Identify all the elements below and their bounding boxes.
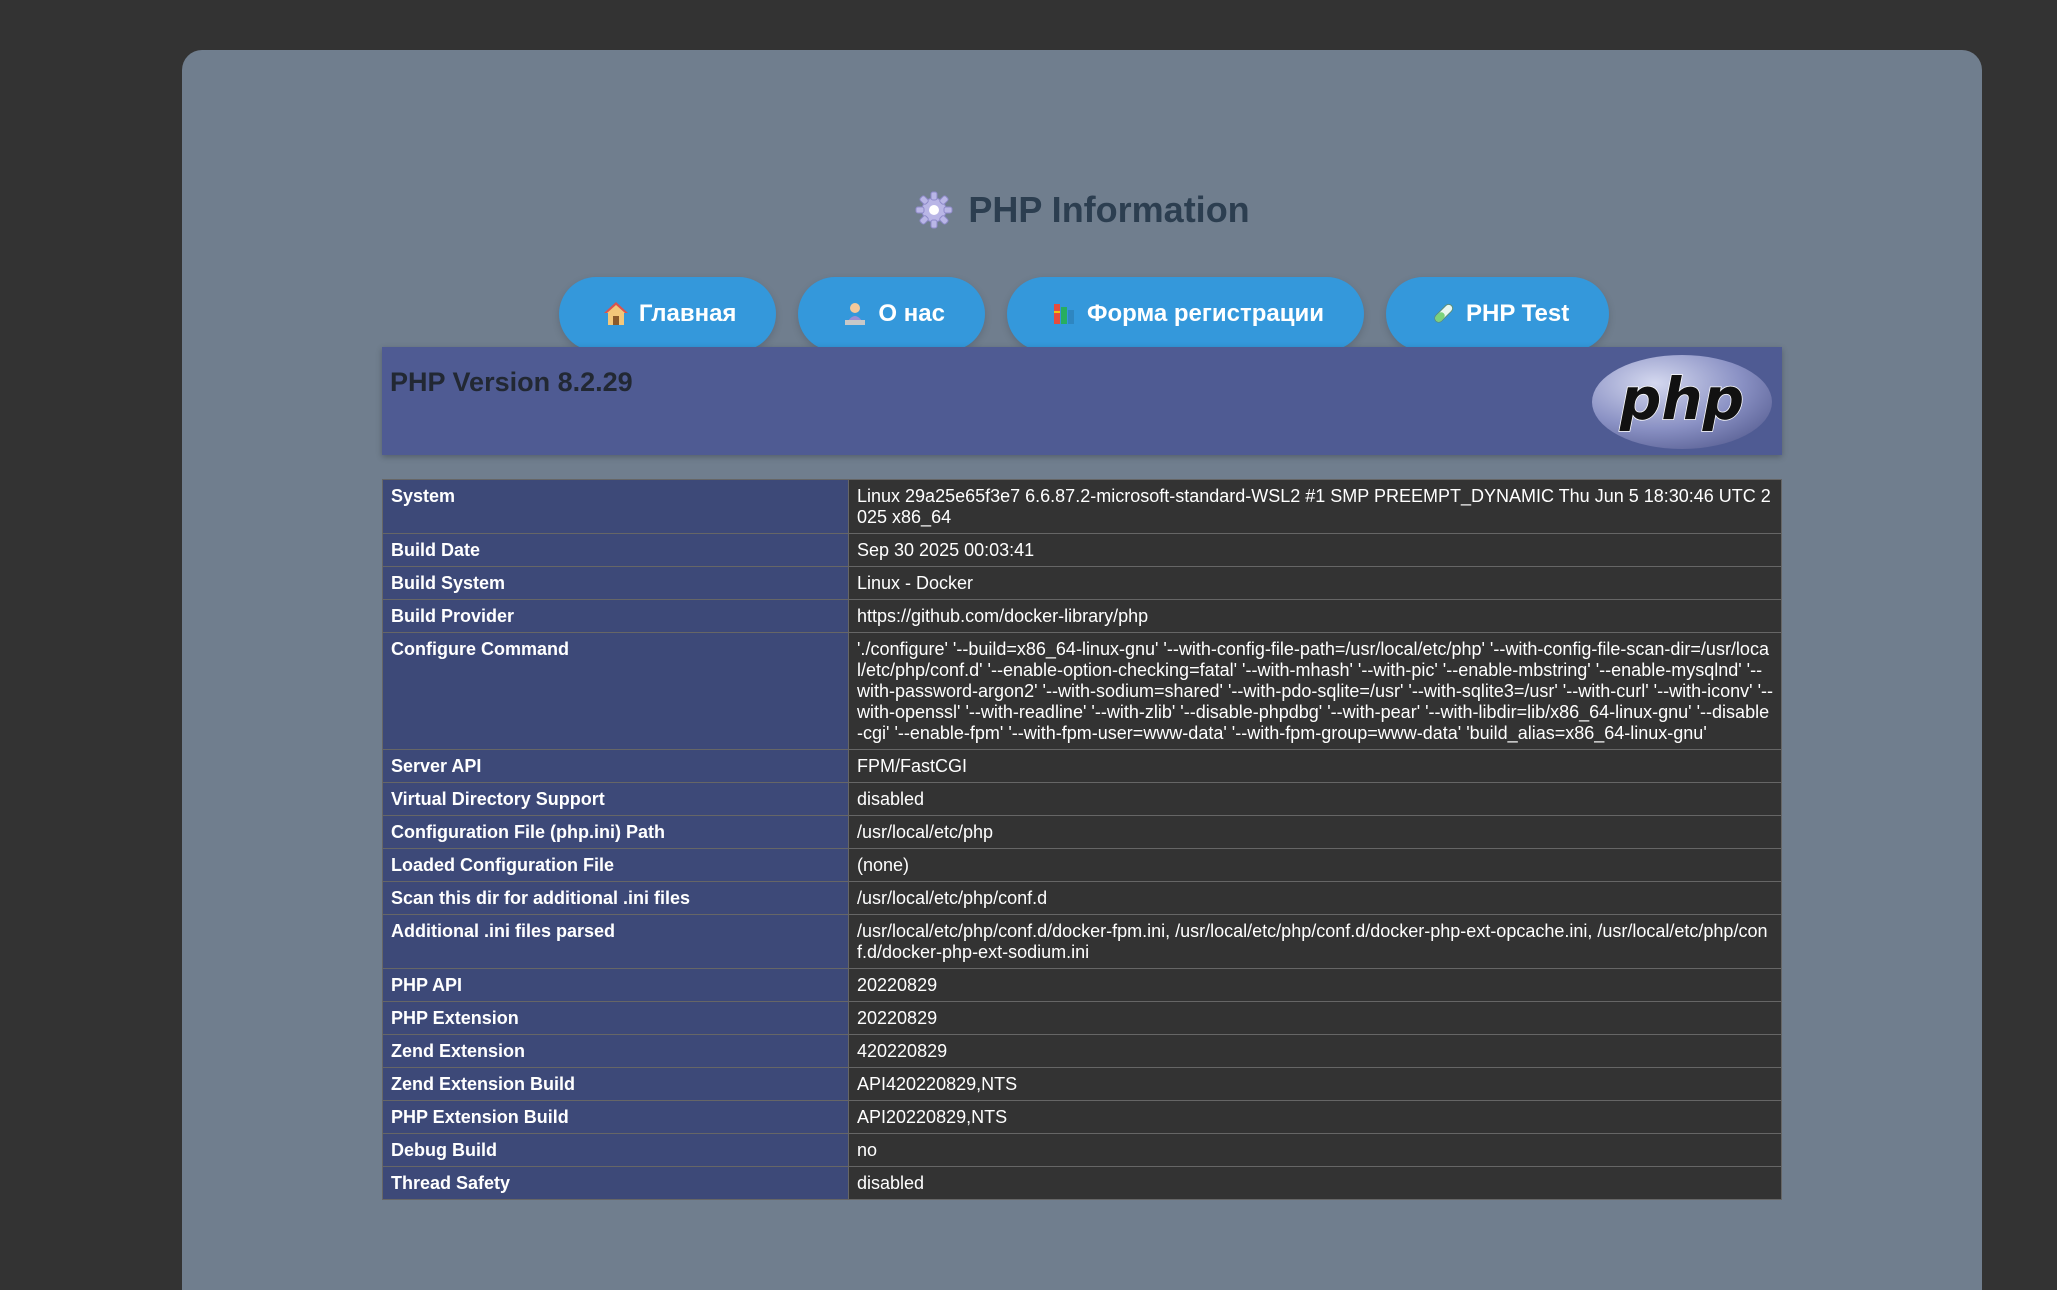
table-row: Loaded Configuration File (none) <box>382 848 1782 882</box>
row-key: System <box>382 479 849 534</box>
phpinfo-table: System Linux 29a25e65f3e7 6.6.87.2-micros… <box>382 479 1782 1200</box>
row-value: Sep 30 2025 00:03:41 <box>848 533 1782 567</box>
house-icon <box>603 302 628 325</box>
nav-phptest-button[interactable]: PHP Test <box>1386 277 1610 351</box>
nav-home-label: Главная <box>638 300 737 327</box>
row-value: 420220829 <box>848 1034 1782 1068</box>
row-key: Configure Command <box>382 632 849 750</box>
test-tube-icon <box>1434 303 1454 323</box>
row-key: Scan this dir for additional .ini files <box>382 881 849 915</box>
nav-phptest-label: PHP Test <box>1466 300 1570 327</box>
row-key: PHP API <box>382 968 849 1002</box>
php-logo: php <box>1592 355 1772 449</box>
table-row: Build Provider https://github.com/docker-… <box>382 599 1782 633</box>
row-value: 20220829 <box>848 968 1782 1002</box>
nav-about-button[interactable]: О нас <box>798 277 985 351</box>
nav-register-label: Форма регистрации <box>1086 300 1325 327</box>
row-value: Linux - Docker <box>848 566 1782 600</box>
table-row: Build Date Sep 30 2025 00:03:41 <box>382 533 1782 567</box>
row-value: (none) <box>848 848 1782 882</box>
row-value: API420220829,NTS <box>848 1067 1782 1101</box>
row-key: Build Provider <box>382 599 849 633</box>
phpinfo-section: PHP Version 8.2.29 php System Linux 29a25… <box>382 347 1782 1200</box>
row-key: Server API <box>382 749 849 783</box>
table-row: PHP API 20220829 <box>382 968 1782 1002</box>
row-key: Additional .ini files parsed <box>382 914 849 969</box>
row-value: /usr/local/etc/php <box>848 815 1782 849</box>
table-row: Additional .ini files parsed/usr/local/e… <box>382 914 1782 969</box>
row-key: Thread Safety <box>382 1166 849 1200</box>
table-row: Thread Safety disabled <box>382 1166 1782 1200</box>
row-value: Linux 29a25e65f3e7 6.6.87.2-microsoft-st… <box>848 479 1782 534</box>
gear-icon <box>915 191 953 229</box>
row-value: API20220829,NTS <box>848 1100 1782 1134</box>
table-row: System Linux 29a25e65f3e7 6.6.87.2-micros… <box>382 479 1782 534</box>
row-key: Debug Build <box>382 1133 849 1167</box>
table-row: Zend Extension 420220829 <box>382 1034 1782 1068</box>
row-value: /usr/local/etc/php/conf.d/docker-fpm.ini… <box>848 914 1782 969</box>
row-value: disabled <box>848 782 1782 816</box>
table-row: Virtual Directory Support disabled <box>382 782 1782 816</box>
row-key: PHP Extension Build <box>382 1100 849 1134</box>
svg-text:php: php <box>1619 365 1744 433</box>
nav-register-button[interactable]: Форма регистрации <box>1006 277 1365 351</box>
table-row: Scan this dir for additional .ini files /… <box>382 881 1782 915</box>
table-row: PHP Extension Build API20220829,NTS <box>382 1100 1782 1134</box>
row-key: Loaded Configuration File <box>382 848 849 882</box>
page-title: PHP Information <box>182 184 1982 236</box>
row-value: no <box>848 1133 1782 1167</box>
row-value: 20220829 <box>848 1001 1782 1035</box>
table-row: Configure Command './configure' '--build=… <box>382 632 1782 750</box>
row-value: /usr/local/etc/php/conf.d <box>848 881 1782 915</box>
nav-about-label: О нас <box>878 300 945 327</box>
row-key: Build System <box>382 566 849 600</box>
row-key: Configuration File (php.ini) Path <box>382 815 849 849</box>
row-key: Zend Extension <box>382 1034 849 1068</box>
row-value: FPM/FastCGI <box>848 749 1782 783</box>
php-version-header: PHP Version 8.2.29 php <box>382 347 1782 455</box>
table-row: Zend Extension Build API420220829,NTS <box>382 1067 1782 1101</box>
row-key: Virtual Directory Support <box>382 782 849 816</box>
row-key: PHP Extension <box>382 1001 849 1035</box>
row-value: './configure' '--build=x86_64-linux-gnu'… <box>848 632 1782 750</box>
row-value: disabled <box>848 1166 1782 1200</box>
row-key: Build Date <box>382 533 849 567</box>
row-value: https://github.com/docker-library/php <box>848 599 1782 633</box>
main-nav: Главная О нас Форма регистрации PHP Test <box>182 277 1982 351</box>
page-title-text: PHP Information <box>968 189 1250 230</box>
table-row: Build System Linux - Docker <box>382 566 1782 600</box>
table-row: Debug Build no <box>382 1133 1782 1167</box>
row-key: Zend Extension Build <box>382 1067 849 1101</box>
table-row: Server API FPM/FastCGI <box>382 749 1782 783</box>
table-row: Configuration File (php.ini) Path/usr/lo… <box>382 815 1782 849</box>
person-at-laptop-icon <box>845 303 866 325</box>
books-icon <box>1053 304 1074 324</box>
table-row: PHP Extension 20220829 <box>382 1001 1782 1035</box>
php-version-title: PHP Version 8.2.29 <box>390 367 633 397</box>
nav-home-button[interactable]: Главная <box>558 277 777 351</box>
main-container: PHP Information Главная О нас Форма реги… <box>182 50 1982 1290</box>
